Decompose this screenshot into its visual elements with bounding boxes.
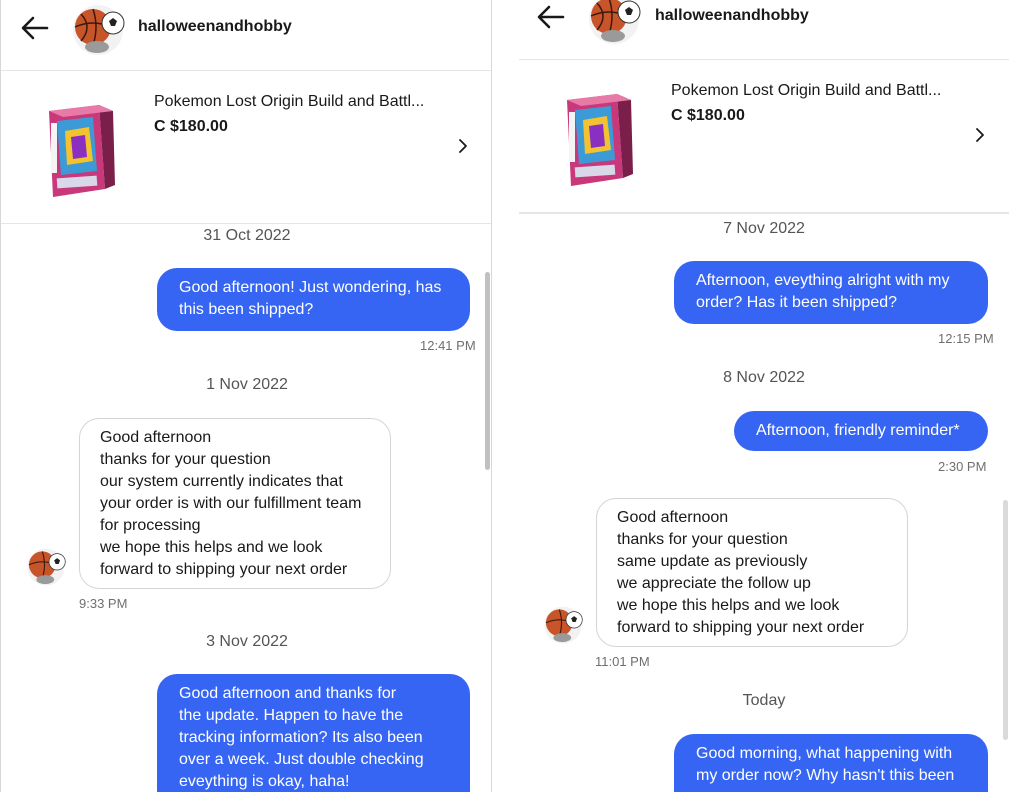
message-line: order? Has it been shipped?: [696, 294, 898, 311]
back-arrow-icon[interactable]: [19, 12, 51, 44]
listing-price: C $180.00: [154, 118, 228, 135]
conversation-header: halloweenandhobby: [519, 0, 1009, 60]
seller-avatar[interactable]: [540, 606, 586, 644]
message-line: Good afternoon: [100, 429, 212, 446]
chevron-right-icon[interactable]: [456, 137, 470, 155]
sent-message-bubble[interactable]: Good morning, what happening with my ord…: [674, 734, 988, 792]
message-line: Good afternoon! Just wondering, has: [179, 279, 442, 296]
divider: [1, 223, 491, 224]
message-timestamp: 11:01 PM: [595, 654, 650, 669]
product-thumbnail: [567, 94, 633, 186]
message-line: forward to shipping your next order: [617, 619, 865, 636]
scrollbar-thumb[interactable]: [485, 272, 490, 470]
message-line: thanks for your question: [100, 451, 271, 468]
message-line: for processing: [100, 517, 201, 534]
message-line: forward to shipping your next order: [100, 561, 348, 578]
message-line: Afternoon, eveything alright with my: [696, 272, 950, 289]
back-arrow-icon[interactable]: [535, 1, 567, 33]
message-line: tracking information? Its also been: [179, 729, 423, 746]
message-line: we appreciate the follow up: [617, 575, 811, 592]
message-line: same update as previously: [617, 553, 808, 570]
seller-avatar[interactable]: [67, 5, 129, 55]
message-timestamp: 12:15 PM: [938, 331, 994, 346]
sent-message-bubble[interactable]: Afternoon, friendly reminder*: [734, 411, 988, 451]
message-line: we hope this helps and we look: [100, 539, 323, 556]
message-timestamp: 12:41 PM: [420, 338, 476, 353]
listing-title: Pokemon Lost Origin Build and Battl...: [671, 82, 942, 99]
conversation-panel-right: halloweenandhobby Pokemon Lost Origin Bu…: [519, 0, 1009, 792]
sent-message-bubble[interactable]: Good afternoon! Just wondering, has this…: [157, 268, 470, 331]
message-line: Good morning, what happening with: [696, 745, 953, 762]
message-line: Good afternoon: [617, 509, 729, 526]
message-line: my order now? Why hasn't this been: [696, 767, 955, 784]
listing-card[interactable]: Pokemon Lost Origin Build and Battl... C…: [519, 60, 1009, 212]
seller-avatar[interactable]: [583, 0, 645, 44]
date-separator: 8 Nov 2022: [723, 369, 805, 386]
scrollbar-thumb[interactable]: [1003, 500, 1008, 740]
message-line: your order is with our fulfillment team: [100, 495, 362, 512]
panel-gap: [492, 0, 519, 792]
divider: [519, 212, 1009, 214]
message-line: Good afternoon and thanks for: [179, 685, 397, 702]
seller-avatar[interactable]: [23, 548, 69, 586]
sent-message-bubble[interactable]: Good afternoon and thanks for the update…: [157, 674, 470, 792]
received-message-bubble[interactable]: Good afternoon thanks for your question …: [79, 418, 391, 589]
message-line: over a week. Just double checking: [179, 751, 424, 768]
chevron-right-icon[interactable]: [973, 126, 987, 144]
received-message-bubble[interactable]: Good afternoon thanks for your question …: [596, 498, 908, 647]
date-separator: 7 Nov 2022: [723, 220, 805, 237]
conversation-panel-left: halloweenandhobby Pokemon Lost Origin Bu…: [0, 0, 492, 792]
product-thumbnail: [49, 105, 115, 197]
message-line: we hope this helps and we look: [617, 597, 840, 614]
message-line: thanks for your question: [617, 531, 788, 548]
listing-card[interactable]: Pokemon Lost Origin Build and Battl... C…: [1, 71, 491, 223]
sent-message-bubble[interactable]: Afternoon, eveything alright with my ord…: [674, 261, 988, 324]
seller-username[interactable]: halloweenandhobby: [138, 18, 292, 36]
date-separator: 1 Nov 2022: [206, 376, 288, 393]
seller-username[interactable]: halloweenandhobby: [655, 7, 809, 25]
message-timestamp: 9:33 PM: [79, 596, 128, 611]
conversation-header: halloweenandhobby: [1, 0, 491, 71]
message-line: this been shipped?: [179, 301, 314, 318]
date-separator: 3 Nov 2022: [206, 633, 288, 650]
message-timestamp: 2:30 PM: [938, 459, 987, 474]
listing-title: Pokemon Lost Origin Build and Battl...: [154, 93, 425, 110]
date-separator: 31 Oct 2022: [203, 227, 291, 244]
date-separator: Today: [742, 692, 786, 709]
listing-price: C $180.00: [671, 107, 745, 124]
message-line: eveything is okay, haha!: [179, 773, 350, 790]
message-line: Afternoon, friendly reminder*: [756, 422, 960, 439]
message-line: our system currently indicates that: [100, 473, 343, 490]
message-line: the update. Happen to have the: [179, 707, 404, 724]
